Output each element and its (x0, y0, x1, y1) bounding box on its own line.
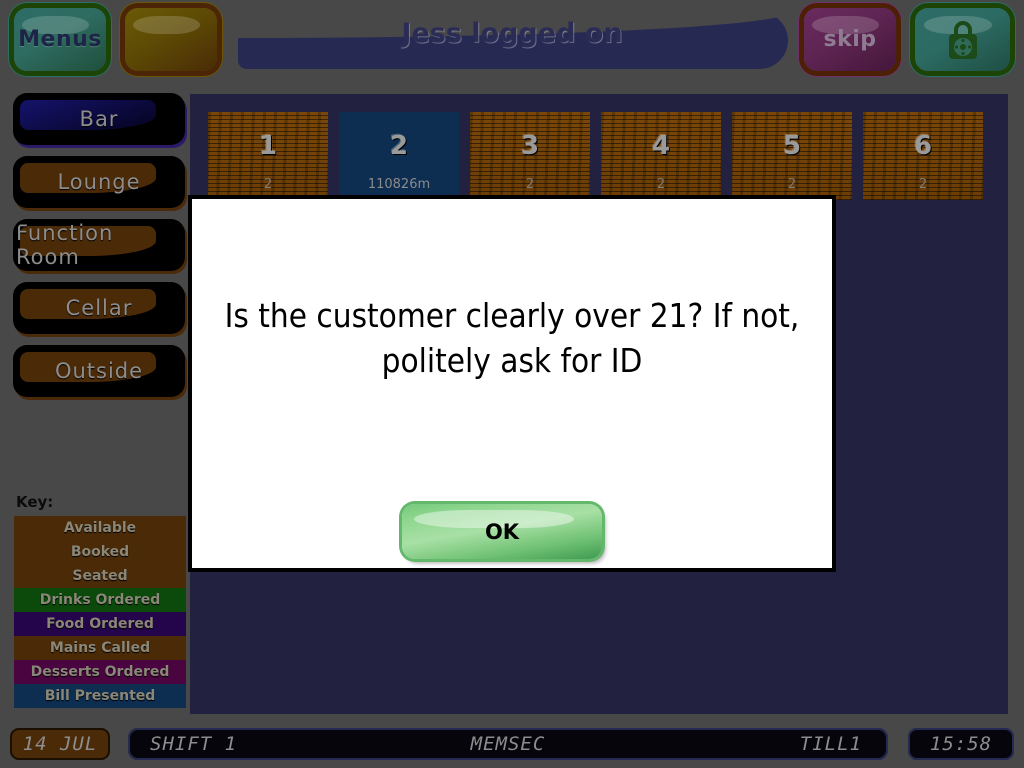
key-legend-title: Key: (16, 493, 54, 511)
key-row-bill-presented: Bill Presented (14, 684, 186, 708)
ok-button-label: OK (484, 519, 520, 544)
table-cell-1[interactable]: 1 2 (208, 112, 328, 200)
sidebar-item-function-room[interactable]: Function Room (16, 222, 182, 268)
status-app-name: MEMSEC (470, 733, 546, 755)
table-number: 3 (520, 130, 540, 161)
status-time: 15:58 (908, 728, 1014, 760)
sidebar-item-label: Outside (54, 359, 144, 383)
key-legend: Available Booked Seated Drinks Ordered F… (14, 516, 186, 708)
table-number: 1 (258, 130, 278, 161)
sidebar-item-cellar[interactable]: Cellar (16, 285, 182, 331)
sidebar-item-outside[interactable]: Outside (16, 348, 182, 394)
key-row-drinks-ordered: Drinks Ordered (14, 588, 186, 612)
sidebar-item-lounge[interactable]: Lounge (16, 159, 182, 205)
key-row-desserts-ordered: Desserts Ordered (14, 660, 186, 684)
page-title: Jess logged on (401, 18, 623, 49)
key-row-food-ordered: Food Ordered (14, 612, 186, 636)
status-date: 14 JUL (10, 728, 110, 760)
table-detail: 2 (656, 176, 666, 192)
table-cell-4[interactable]: 4 2 (601, 112, 721, 200)
key-row-available: Available (14, 516, 186, 540)
table-number: 2 (389, 130, 409, 161)
sidebar-item-bar[interactable]: Bar (16, 96, 182, 142)
key-row-seated: Seated (14, 564, 186, 588)
status-till: TILL1 (799, 733, 862, 755)
table-number: 4 (651, 130, 671, 161)
sidebar-item-label: Lounge (57, 170, 141, 194)
sidebar: Bar Lounge Function Room Cellar Outside … (0, 88, 190, 720)
table-cell-6[interactable]: 6 2 (863, 112, 983, 200)
table-detail: 2 (525, 176, 535, 192)
table-cell-3[interactable]: 3 2 (470, 112, 590, 200)
table-detail: 2 (787, 176, 797, 192)
table-number: 5 (782, 130, 802, 161)
sidebar-item-label: Bar (79, 107, 119, 131)
table-detail: 2 (263, 176, 273, 192)
table-detail: 110826m (367, 176, 431, 192)
status-bar: 14 JUL SHIFT 1 MEMSEC TILL1 15:58 (0, 722, 1024, 768)
age-verification-dialog: Is the customer clearly over 21? If not,… (188, 195, 836, 572)
table-grid: 1 2 2 110826m 3 2 4 2 5 2 6 2 (200, 112, 1000, 202)
sidebar-item-label: Cellar (65, 296, 133, 320)
key-row-booked: Booked (14, 540, 186, 564)
table-cell-2[interactable]: 2 110826m (339, 112, 459, 200)
sidebar-item-label: Function Room (16, 222, 114, 268)
status-center-bar: SHIFT 1 MEMSEC TILL1 (128, 728, 888, 760)
top-toolbar: Menus Jess logged on skip (0, 0, 1024, 88)
dialog-message: Is the customer clearly over 21? If not,… (224, 296, 800, 380)
table-number: 6 (913, 130, 933, 161)
ok-button[interactable]: OK (402, 504, 602, 559)
table-cell-5[interactable]: 5 2 (732, 112, 852, 200)
table-detail: 2 (918, 176, 928, 192)
key-row-mains-called: Mains Called (14, 636, 186, 660)
